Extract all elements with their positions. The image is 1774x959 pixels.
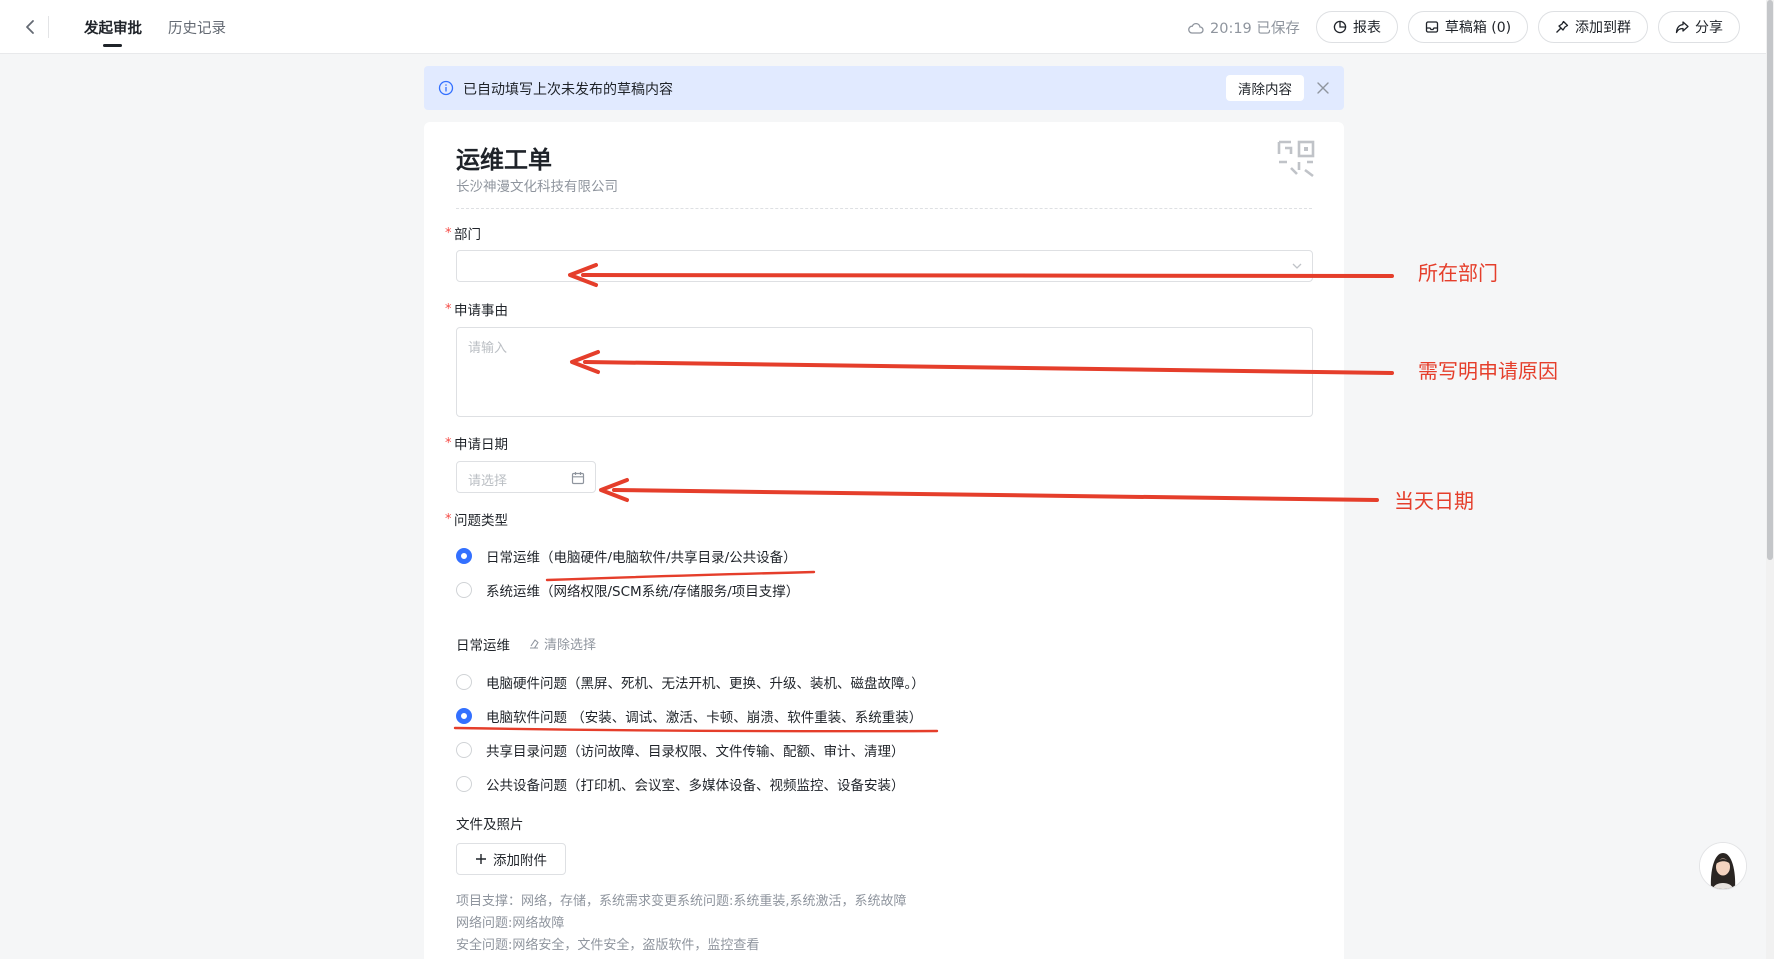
radio-button[interactable] — [456, 742, 472, 758]
option-label: 公共设备问题（打印机、会议室、多媒体设备、视频监控、设备安装） — [486, 778, 905, 794]
reason-label: 申请事由 — [454, 303, 508, 319]
eraser-icon — [530, 638, 539, 649]
report-label: 报表 — [1353, 20, 1381, 36]
close-icon[interactable] — [1313, 78, 1333, 98]
note-line: 网络问题:网络故障 — [456, 916, 565, 931]
banner-message: 已自动填写上次未发布的草稿内容 — [463, 82, 673, 98]
top-bar: 发起审批 历史记录 20:19 已保存 报表 草稿箱 (0) 添加到群 分享 — [0, 0, 1774, 54]
person-avatar-icon — [1700, 843, 1746, 889]
share-icon — [1675, 21, 1689, 34]
calendar-icon — [571, 472, 585, 485]
share-button[interactable]: 分享 — [1658, 11, 1740, 43]
annotation-date: 当天日期 — [1394, 489, 1474, 513]
annotation-department: 所在部门 — [1418, 261, 1498, 285]
assistant-avatar[interactable] — [1699, 842, 1747, 890]
daily-option-public-equipment[interactable]: 公共设备问题（打印机、会议室、多媒体设备、视频监控、设备安装） — [456, 774, 905, 794]
report-button[interactable]: 报表 — [1316, 11, 1398, 43]
option-label: 电脑软件问题 （安装、调试、激活、卡顿、崩溃、软件重装、系统重装） — [486, 710, 923, 726]
back-button[interactable] — [18, 14, 42, 40]
form-card: 运维工单 长沙神漫文化科技有限公司 * 部门 * 申请事由 请输入 * 申请日期… — [424, 122, 1344, 959]
add-to-group-button[interactable]: 添加到群 — [1538, 11, 1648, 43]
radio-button[interactable] — [456, 582, 472, 598]
annotation-reason: 需写明申请原因 — [1418, 359, 1558, 383]
drafts-label: 草稿箱 (0) — [1444, 20, 1512, 36]
daily-option-hardware[interactable]: 电脑硬件问题（黑屏、死机、无法开机、更换、升级、装机、磁盘故障。） — [456, 672, 925, 692]
add-to-group-label: 添加到群 — [1575, 20, 1631, 36]
chevron-down-icon — [1292, 263, 1302, 269]
radio-button[interactable] — [456, 548, 472, 564]
tab-initiate-approval[interactable]: 发起审批 — [84, 17, 142, 47]
option-label: 电脑硬件问题（黑屏、死机、无法开机、更换、升级、装机、磁盘故障。） — [486, 676, 925, 692]
reason-textarea[interactable]: 请输入 — [456, 327, 1313, 417]
scrollbar[interactable] — [1766, 0, 1774, 959]
save-status-text: 20:19 已保存 — [1210, 21, 1300, 37]
radio-button[interactable] — [456, 708, 472, 724]
save-status: 20:19 已保存 — [1188, 17, 1300, 38]
scrollbar-thumb[interactable] — [1767, 0, 1773, 560]
divider — [48, 16, 49, 38]
qr-code-icon[interactable] — [1277, 140, 1315, 178]
plus-icon — [476, 854, 486, 864]
daily-maintenance-label: 日常运维 — [456, 638, 510, 654]
daily-option-shared-directory[interactable]: 共享目录问题（访问故障、目录权限、文件传输、配额、审计、清理） — [456, 740, 905, 760]
add-attachment-label: 添加附件 — [493, 853, 547, 869]
clear-selection-button[interactable]: 清除选择 — [528, 634, 596, 653]
cloud-icon — [1188, 22, 1204, 34]
option-label: 系统运维（网络权限/SCM系统/存储服务/项目支撑） — [486, 584, 800, 600]
drafts-button[interactable]: 草稿箱 (0) — [1408, 11, 1528, 43]
reason-placeholder: 请输入 — [468, 341, 508, 356]
required-mark: * — [445, 226, 452, 241]
date-label: 申请日期 — [454, 437, 508, 453]
radio-button[interactable] — [456, 776, 472, 792]
pin-icon — [1556, 20, 1569, 33]
clear-content-button[interactable]: 清除内容 — [1226, 75, 1304, 101]
chevron-left-icon — [26, 20, 34, 34]
add-attachment-button[interactable]: 添加附件 — [456, 843, 566, 875]
note-line: 安全问题:网络安全，文件安全，盗版软件，监控查看 — [456, 938, 760, 953]
daily-option-software[interactable]: 电脑软件问题 （安装、调试、激活、卡顿、崩溃、软件重装、系统重装） — [456, 706, 922, 726]
department-select[interactable] — [456, 250, 1313, 282]
issue-type-label: 问题类型 — [454, 513, 508, 529]
share-label: 分享 — [1695, 20, 1723, 36]
draft-banner: 已自动填写上次未发布的草稿内容 清除内容 — [424, 66, 1344, 110]
department-label: 部门 — [454, 227, 481, 243]
tab-history[interactable]: 历史记录 — [168, 17, 226, 38]
form-title: 运维工单 — [456, 146, 552, 174]
radio-button[interactable] — [456, 674, 472, 690]
required-mark: * — [445, 302, 452, 317]
company-name: 长沙神漫文化科技有限公司 — [456, 179, 618, 195]
issue-type-option-system[interactable]: 系统运维（网络权限/SCM系统/存储服务/项目支撑） — [456, 580, 799, 600]
required-mark: * — [445, 512, 452, 527]
inbox-icon — [1425, 21, 1439, 33]
attachments-label: 文件及照片 — [456, 817, 524, 833]
date-placeholder: 请选择 — [468, 474, 508, 489]
note-line: 项目支撑：网络，存储，系统需求变更系统问题:系统重装,系统激活，系统故障 — [456, 894, 907, 909]
clear-selection-label: 清除选择 — [544, 638, 597, 653]
date-picker[interactable]: 请选择 — [456, 461, 596, 493]
report-icon — [1333, 20, 1347, 34]
option-label: 日常运维（电脑硬件/电脑软件/共享目录/公共设备） — [486, 550, 797, 566]
divider — [456, 208, 1312, 209]
info-icon — [438, 80, 454, 96]
required-mark: * — [445, 436, 452, 451]
issue-type-option-daily[interactable]: 日常运维（电脑硬件/电脑软件/共享目录/公共设备） — [456, 546, 797, 566]
option-label: 共享目录问题（访问故障、目录权限、文件传输、配额、审计、清理） — [486, 744, 905, 760]
